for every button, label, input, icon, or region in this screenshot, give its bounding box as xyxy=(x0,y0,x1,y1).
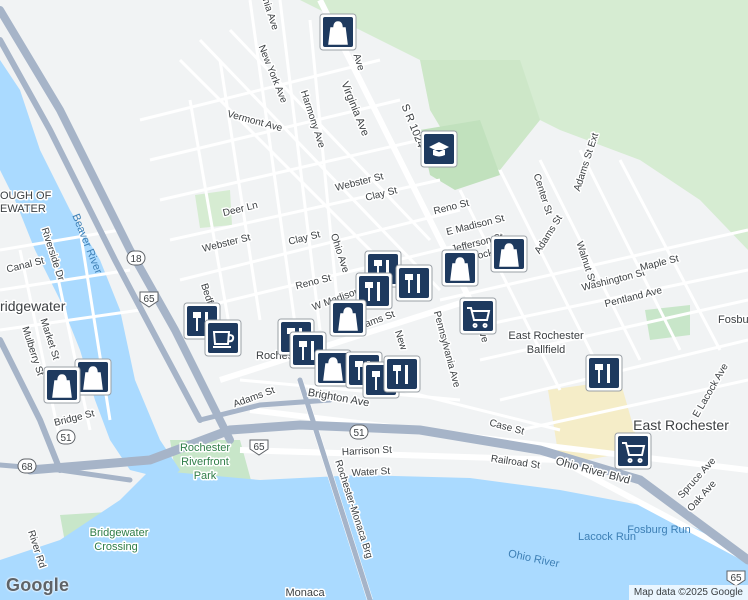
bridgewater-crossing-label-2: Crossing xyxy=(94,541,137,553)
bridgewater-crossing-label-1: Bridgewater xyxy=(90,527,149,539)
riverfront-park-label-2: Riverfront xyxy=(181,456,229,468)
riverfront-park-label-3: Park xyxy=(194,470,217,482)
map-canvas[interactable]: 18 65 65 51 51 68 65 Virginia Ave S R 10… xyxy=(0,0,748,600)
route-68-label: 68 xyxy=(21,462,33,473)
map-attribution[interactable]: Map data ©2025 Google xyxy=(628,585,748,600)
restaurant-marker[interactable] xyxy=(383,355,421,393)
fosb-label: Fosbu xyxy=(718,314,748,326)
lacock-run-label: Lacock Run xyxy=(578,531,636,543)
cafe-marker[interactable] xyxy=(204,319,242,357)
route-51-a-label: 51 xyxy=(353,428,365,439)
route-65-c-label: 65 xyxy=(730,573,742,584)
riverfront-park-label-1: Rochester xyxy=(180,442,230,454)
e-rochester-ballfield-label-1: East Rochester xyxy=(508,330,584,342)
east-rochester-label: East Rochester xyxy=(633,417,729,433)
bridgewater-label: ridgewater xyxy=(0,298,66,314)
route-51-b-label: 51 xyxy=(60,433,72,444)
route-18-label: 18 xyxy=(130,254,142,265)
shopping-marker[interactable] xyxy=(441,249,479,287)
borough-label-1: OUGH OF xyxy=(0,190,52,202)
shopping-marker[interactable] xyxy=(319,13,357,51)
school-marker[interactable] xyxy=(420,130,458,168)
borough-label-2: EWATER xyxy=(0,203,46,215)
grocery-marker[interactable] xyxy=(614,432,652,470)
restaurant-marker[interactable] xyxy=(585,354,623,392)
shopping-marker[interactable] xyxy=(43,366,81,404)
e-rochester-ballfield-label-2: Ballfield xyxy=(527,344,566,356)
shopping-marker[interactable] xyxy=(329,299,367,337)
fosburg-run-label: Fosburg Run xyxy=(627,524,691,536)
monaca-label: Monaca xyxy=(285,587,325,599)
route-65-a-label: 65 xyxy=(143,294,155,305)
route-65-b-label: 65 xyxy=(253,442,265,453)
google-logo: Google xyxy=(6,575,70,595)
shopping-marker[interactable] xyxy=(490,235,528,273)
grocery-marker[interactable] xyxy=(459,297,497,335)
restaurant-marker[interactable] xyxy=(395,264,433,302)
water-st-label: Water St xyxy=(351,466,390,479)
